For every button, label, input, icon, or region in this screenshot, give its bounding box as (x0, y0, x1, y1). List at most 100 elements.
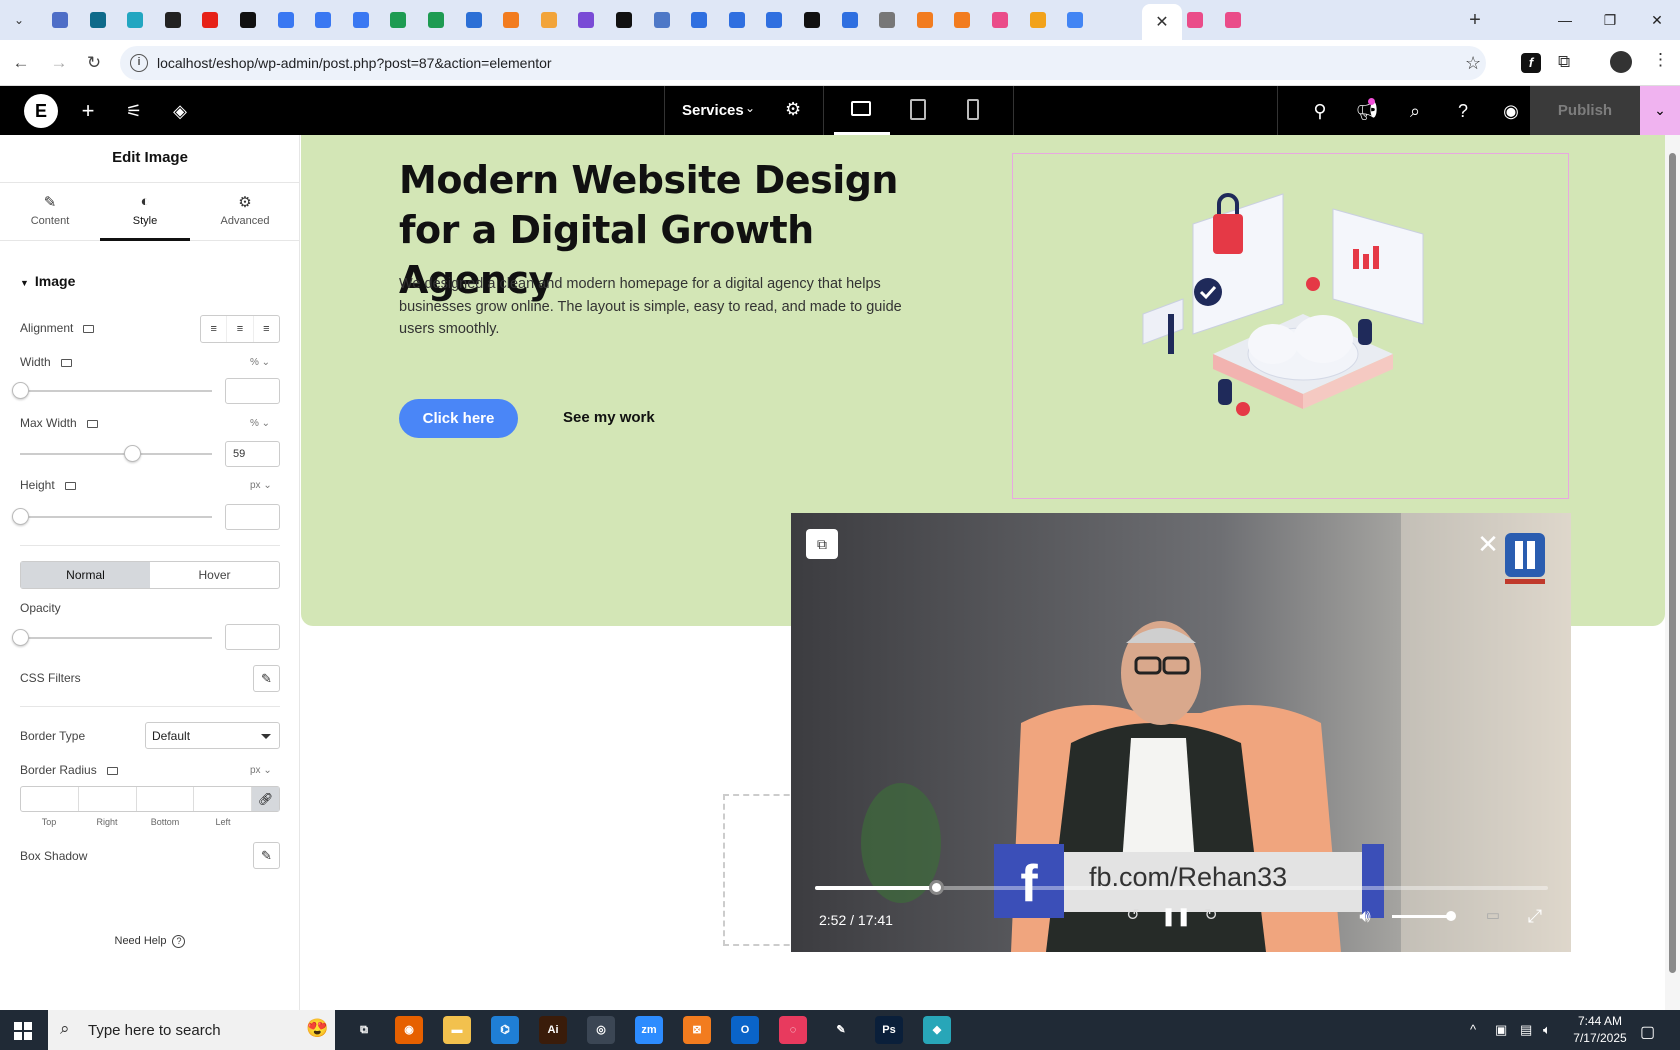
video-progress-handle[interactable] (929, 880, 944, 895)
forward-icon[interactable]: → (48, 52, 70, 74)
link-values-icon[interactable]: 🔗︎ (252, 787, 279, 811)
document-settings[interactable]: Services ⌄ ⚙ (664, 86, 824, 135)
browser-tab[interactable] (45, 6, 75, 34)
align-center-icon[interactable]: ≡ (227, 316, 254, 342)
browser-menu-icon[interactable]: ⋮ (1652, 50, 1669, 70)
canvas-scrollbar[interactable] (1665, 135, 1680, 1010)
max-width-unit-select[interactable]: % ⌄ (250, 418, 270, 429)
file-explorer-icon[interactable]: ▬ (443, 1016, 471, 1044)
browser-tab[interactable] (459, 6, 489, 34)
rewind-10-icon[interactable]: ↺ (1121, 904, 1145, 928)
align-right-icon[interactable]: ≡ (254, 316, 279, 342)
site-settings-icon[interactable]: ⚟ (122, 99, 146, 123)
site-info-icon[interactable]: i (130, 54, 148, 72)
windows-start-icon[interactable] (14, 1022, 32, 1040)
browser-tab[interactable] (496, 6, 526, 34)
opacity-input[interactable] (225, 624, 280, 650)
close-window-icon[interactable]: ✕ (1637, 8, 1677, 32)
task-view-icon[interactable]: ⧉ (350, 1016, 378, 1044)
border-radius-unit-select[interactable]: px ⌄ (250, 765, 272, 776)
browser-tab[interactable] (722, 6, 752, 34)
browser-tab[interactable] (308, 6, 338, 34)
captions-icon[interactable]: ▭ (1481, 904, 1505, 928)
browser-tab[interactable] (647, 6, 677, 34)
responsive-desktop-icon[interactable] (83, 324, 95, 333)
browser-tab[interactable] (158, 6, 188, 34)
minimize-icon[interactable]: — (1545, 8, 1585, 32)
xampp-icon[interactable]: ⊠ (683, 1016, 711, 1044)
pause-icon[interactable]: ❚❚ (1161, 904, 1191, 928)
box-shadow-edit-icon[interactable]: ✎ (253, 842, 280, 869)
pen-tool-icon[interactable]: ✎ (827, 1016, 855, 1044)
browser-tab[interactable] (759, 6, 789, 34)
add-element-icon[interactable]: + (76, 99, 100, 123)
height-slider-handle[interactable] (12, 508, 29, 525)
width-unit-select[interactable]: % ⌄ (250, 357, 270, 368)
help-icon[interactable]: ? (1451, 99, 1475, 123)
opacity-slider[interactable] (12, 629, 212, 646)
back-to-tab-icon[interactable]: ⧉ (806, 529, 838, 559)
tab-content[interactable]: ✎ Content (5, 183, 95, 241)
page-settings-gear-icon[interactable]: ⚙ (785, 99, 801, 120)
hero-illustration[interactable] (1012, 153, 1569, 499)
tab-style[interactable]: ◐ Style (100, 183, 190, 241)
browser-tab[interactable] (835, 6, 865, 34)
taskbar-search[interactable]: ⌕ Type here to search 😍 (48, 1010, 335, 1050)
responsive-desktop-icon[interactable] (60, 358, 72, 367)
browser-tab[interactable] (684, 6, 714, 34)
outlook-icon[interactable]: O (731, 1016, 759, 1044)
width-slider-handle[interactable] (12, 382, 29, 399)
tray-app-icon[interactable]: ▣ (1495, 1022, 1507, 1038)
back-icon[interactable]: ← (10, 52, 32, 74)
browser-tab[interactable] (120, 6, 150, 34)
volume-icon[interactable]: 🔊︎ (1353, 904, 1377, 928)
hero-description[interactable]: We designed a clean and modern homepage … (399, 273, 919, 341)
responsive-desktop-icon[interactable] (64, 481, 76, 490)
radius-bottom-input[interactable] (137, 787, 195, 811)
max-width-slider-handle[interactable] (124, 445, 141, 462)
chrome-icon[interactable]: ◎ (587, 1016, 615, 1044)
restore-icon[interactable]: ❐ (1590, 8, 1630, 32)
volume-slider[interactable] (1392, 911, 1456, 921)
close-pip-icon[interactable]: ✕ (1476, 531, 1500, 557)
browser-tab[interactable] (947, 6, 977, 34)
browser-tab[interactable] (195, 6, 225, 34)
close-tab-icon[interactable]: ✕ (1155, 12, 1168, 32)
desktop-icon[interactable] (851, 101, 871, 116)
active-tab[interactable]: ✕ (1142, 4, 1182, 40)
align-left-icon[interactable]: ≡ (201, 316, 228, 342)
app-icon[interactable]: ◆ (923, 1016, 951, 1044)
browser-tab[interactable] (872, 6, 902, 34)
preview-eye-icon[interactable]: ◉ (1499, 99, 1523, 123)
opacity-slider-handle[interactable] (12, 629, 29, 646)
extension-icon[interactable]: f (1521, 53, 1541, 73)
see-my-work-button[interactable]: See my work (563, 409, 655, 426)
browser-tab[interactable] (83, 6, 113, 34)
photoshop-icon[interactable]: Ps (875, 1016, 903, 1044)
picture-in-picture-video[interactable]: ⧉ ✕ f fb.com/Rehan33 2:52 / 17:41 ↺ ❚❚ ↻… (791, 513, 1571, 952)
notifications-megaphone-icon[interactable]: 📢︎ (1355, 99, 1379, 123)
browser-tab[interactable] (233, 6, 263, 34)
url-text[interactable]: localhost/eshop/wp-admin/post.php?post=8… (157, 55, 552, 71)
width-slider[interactable] (12, 382, 212, 399)
browser-tab[interactable] (383, 6, 413, 34)
browser-tab[interactable] (1060, 6, 1090, 34)
tablet-icon[interactable] (910, 99, 926, 120)
border-type-select[interactable]: Default (145, 722, 280, 749)
section-image-toggle[interactable]: ▼ Image (20, 273, 75, 289)
height-input[interactable] (225, 504, 280, 530)
firefox-icon[interactable]: ◉ (395, 1016, 423, 1044)
tab-advanced[interactable]: ⚙ Advanced (200, 183, 290, 241)
profile-avatar[interactable] (1610, 51, 1632, 73)
vscode-icon[interactable]: ⌬ (491, 1016, 519, 1044)
notification-center-icon[interactable]: ▢ (1640, 1022, 1655, 1042)
new-tab-button[interactable]: + (1460, 6, 1490, 34)
radius-left-input[interactable] (194, 787, 252, 811)
browser-tab[interactable] (421, 6, 451, 34)
network-icon[interactable]: ▤ (1520, 1022, 1532, 1038)
browser-tab[interactable] (797, 6, 827, 34)
creative-cloud-icon[interactable]: ◌ (779, 1016, 807, 1044)
need-help-link[interactable]: Need Help? (0, 935, 300, 948)
responsive-desktop-icon[interactable] (106, 766, 118, 775)
browser-tab[interactable] (1180, 6, 1210, 34)
